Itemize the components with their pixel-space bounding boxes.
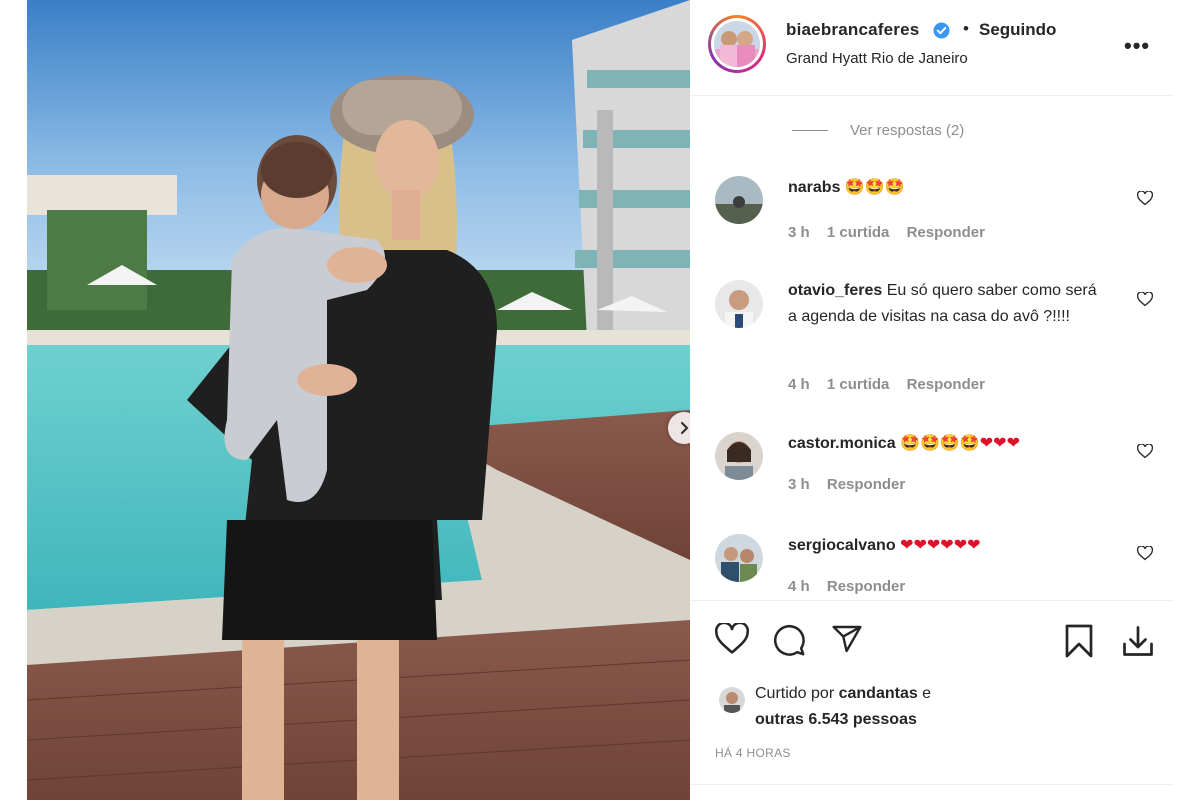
post-photo[interactable] xyxy=(27,0,690,800)
commenter-avatar[interactable] xyxy=(715,176,763,224)
reply-button[interactable]: Responder xyxy=(907,224,985,241)
post-timestamp[interactable]: HÁ 4 HORAS xyxy=(715,746,791,760)
like-comment-heart-icon[interactable] xyxy=(1137,191,1153,206)
liked-by-middle: e xyxy=(917,685,932,702)
divider xyxy=(690,784,1174,785)
comment-username[interactable]: narabs xyxy=(788,179,840,196)
more-options-icon[interactable]: ••• xyxy=(1124,33,1150,59)
comment-emoji: 🤩🤩🤩 xyxy=(844,177,905,196)
share-icon[interactable] xyxy=(830,623,864,655)
comment-username[interactable]: sergiocalvano xyxy=(788,537,896,554)
like-comment-heart-icon[interactable] xyxy=(1137,444,1153,459)
download-icon[interactable] xyxy=(1120,623,1156,659)
verified-icon xyxy=(933,22,950,39)
reply-button[interactable]: Responder xyxy=(907,376,985,393)
chevron-right-icon xyxy=(680,421,689,435)
comment-emoji: 🤩🤩🤩🤩❤❤❤ xyxy=(900,433,1020,452)
reply-button[interactable]: Responder xyxy=(827,476,905,493)
view-replies-button[interactable]: Ver respostas (2) xyxy=(792,122,964,139)
post-actions-bar xyxy=(690,600,1174,679)
comment-likes[interactable]: 1 curtida xyxy=(827,376,890,393)
comment-icon[interactable] xyxy=(772,623,806,657)
liked-by-others[interactable]: outras 6.543 pessoas xyxy=(755,711,917,728)
replies-divider xyxy=(792,130,828,131)
comment-time[interactable]: 3 h xyxy=(788,224,810,241)
post-side-panel: biaebrancaferes • Seguindo Grand Hyatt R… xyxy=(690,0,1174,800)
separator-dot: • xyxy=(963,19,969,38)
author-avatar[interactable] xyxy=(708,15,766,73)
comment-time[interactable]: 3 h xyxy=(788,476,810,493)
view-replies-label: Ver respostas (2) xyxy=(850,122,965,139)
comment-emoji: ❤❤❤❤❤❤ xyxy=(900,535,981,554)
commenter-avatar[interactable] xyxy=(715,432,763,480)
heart-icon[interactable] xyxy=(715,623,749,655)
post-location[interactable]: Grand Hyatt Rio de Janeiro xyxy=(786,50,968,67)
liked-by-user[interactable]: candantas xyxy=(839,685,918,702)
bookmark-icon[interactable] xyxy=(1063,623,1095,659)
commenter-avatar[interactable] xyxy=(715,534,763,582)
liked-by-prefix: Curtido por xyxy=(755,685,839,702)
comment-time[interactable]: 4 h xyxy=(788,578,810,595)
reply-button[interactable]: Responder xyxy=(827,578,905,595)
following-button[interactable]: Seguindo xyxy=(979,20,1056,40)
like-comment-heart-icon[interactable] xyxy=(1137,292,1153,307)
author-username[interactable]: biaebrancaferes xyxy=(786,20,919,40)
post-header: biaebrancaferes • Seguindo Grand Hyatt R… xyxy=(690,0,1174,96)
comment-time[interactable]: 4 h xyxy=(788,376,810,393)
comment-username[interactable]: castor.monica xyxy=(788,435,896,452)
comment-likes[interactable]: 1 curtida xyxy=(827,224,890,241)
comment-username[interactable]: otavio_feres xyxy=(788,282,882,299)
commenter-avatar[interactable] xyxy=(715,280,763,328)
comments-list[interactable]: Ver respostas (2) narabs 🤩🤩🤩 3 h 1 curti… xyxy=(690,96,1174,600)
like-comment-heart-icon[interactable] xyxy=(1137,546,1153,561)
liker-avatar[interactable] xyxy=(719,687,745,713)
